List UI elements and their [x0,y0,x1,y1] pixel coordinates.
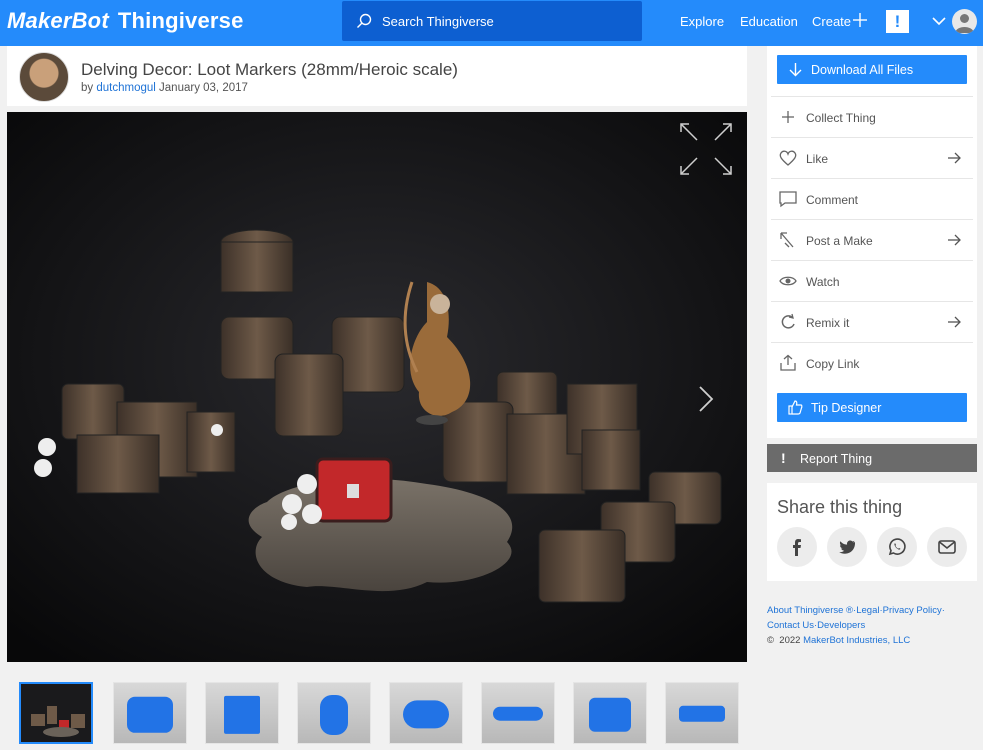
author-link[interactable]: dutchmogul [96,82,155,94]
plus-icon[interactable] [853,13,867,27]
comment-label: Comment [806,193,859,207]
thing-byline: by dutchmogul January 03, 2017 [81,82,248,94]
photo-thumbnail-image [21,684,91,742]
share-email-button[interactable] [927,527,967,567]
download-icon [789,63,802,77]
top-nav-bar: MakerBot Thingiverse Search Thingiverse E… [0,0,983,46]
developers-link[interactable]: Developers [817,620,865,631]
report-thing-button[interactable]: ! Report Thing [767,444,977,472]
scatter-model-preview [679,705,725,722]
crate-model-preview [224,695,260,734]
watch-label: Watch [806,275,840,289]
thumbnail-barrel-model[interactable] [297,682,371,744]
facebook-icon [793,539,801,556]
nav-explore-link[interactable]: Explore [680,14,724,29]
thumbnail-photo[interactable] [19,682,93,744]
search-placeholder: Search Thingiverse [382,14,494,29]
sacks-model-preview [403,700,449,729]
arrow-right-icon [948,152,961,164]
thumbs-up-icon [788,400,803,415]
heart-icon [779,150,797,166]
user-icon [955,14,974,33]
thumbnail-chest-model[interactable] [113,682,187,744]
image-thumbnail-strip [7,672,747,750]
watch-action[interactable]: Watch [771,260,973,300]
search-icon [357,13,372,28]
makerbot-company-link[interactable]: MakerBot Industries, LLC [803,635,910,646]
user-avatar[interactable] [952,9,977,34]
thumbnail-sacks-model[interactable] [389,682,463,744]
thing-header: Delving Decor: Loot Markers (28mm/Heroic… [7,46,747,106]
share-twitter-button[interactable] [827,527,867,567]
copyright-symbol: © [767,635,774,646]
contact-us-link[interactable]: Contact Us [767,620,814,631]
email-icon [938,540,956,554]
share-link-icon [780,354,796,371]
logo-product: Thingiverse [117,8,244,33]
footer-separator: · [941,605,945,616]
whatsapp-icon [888,538,906,556]
tip-designer-button[interactable]: Tip Designer [777,393,967,422]
report-icon: ! [781,450,786,466]
rubble-base-model-preview [493,706,543,721]
like-action[interactable]: Like [771,137,973,177]
plus-icon [782,111,794,123]
collect-thing-label: Collect Thing [806,111,876,125]
thumbnail-rubble-base-model[interactable] [481,682,555,744]
remix-it-label: Remix it [806,316,850,330]
tip-designer-label: Tip Designer [811,401,882,415]
arrow-right-icon [948,316,961,328]
report-thing-label: Report Thing [800,452,873,466]
nav-create-link[interactable]: Create [812,14,851,29]
post-a-make-action[interactable]: Post a Make [771,219,973,259]
main-thing-image[interactable] [7,112,747,662]
thing-actions-panel: Download All Files Collect Thing Like Co… [767,46,977,438]
alert-button[interactable]: ! [886,10,909,33]
twitter-icon [839,540,856,554]
post-a-make-label: Post a Make [806,234,873,248]
thumbnail-crate-model[interactable] [205,682,279,744]
share-whatsapp-button[interactable] [877,527,917,567]
remix-icon [781,313,795,329]
share-heading: Share this thing [777,497,903,517]
loot-markers-photo [7,112,747,662]
copy-link-label: Copy Link [806,357,860,371]
copy-link-action[interactable]: Copy Link [771,342,973,382]
by-label: by [81,82,94,94]
download-all-files-label: Download All Files [811,63,914,77]
collect-thing-action[interactable]: Collect Thing [771,96,973,136]
designer-avatar[interactable] [19,52,69,102]
share-facebook-button[interactable] [777,527,817,567]
chest-model-preview [127,696,173,733]
loot-pile-model-preview [589,697,631,732]
like-label: Like [806,152,829,166]
publish-date: January 03, 2017 [159,82,248,94]
thumbnail-scatter-model[interactable] [665,682,739,744]
fullscreen-expand-icon[interactable] [679,122,733,176]
make-icon [780,232,794,248]
comment-action[interactable]: Comment [771,178,973,218]
download-all-files-button[interactable]: Download All Files [777,55,967,84]
remix-it-action[interactable]: Remix it [771,301,973,341]
thumbnail-loot-pile-model[interactable] [573,682,647,744]
barrel-model-preview [320,695,348,735]
legal-link[interactable]: Legal [856,605,879,616]
nav-education-link[interactable]: Education [740,14,798,29]
arrow-right-icon [948,234,961,246]
copyright-year: 2022 [779,635,801,646]
chevron-down-icon[interactable] [932,16,946,26]
privacy-policy-link[interactable]: Privacy Policy [883,605,942,616]
about-thingiverse-link[interactable]: About Thingiverse ® [767,605,853,616]
logo-brand: MakerBot [7,8,109,33]
search-input[interactable]: Search Thingiverse [342,1,642,41]
thing-title: Delving Decor: Loot Markers (28mm/Heroic… [81,60,458,79]
eye-icon [779,276,797,286]
share-panel: Share this thing [767,483,977,581]
site-footer: About Thingiverse ®·Legal·Privacy Policy… [767,603,981,648]
makerbot-thingiverse-logo[interactable]: MakerBot Thingiverse [7,8,244,34]
comment-icon [779,191,797,208]
chevron-right-icon[interactable] [697,384,715,414]
